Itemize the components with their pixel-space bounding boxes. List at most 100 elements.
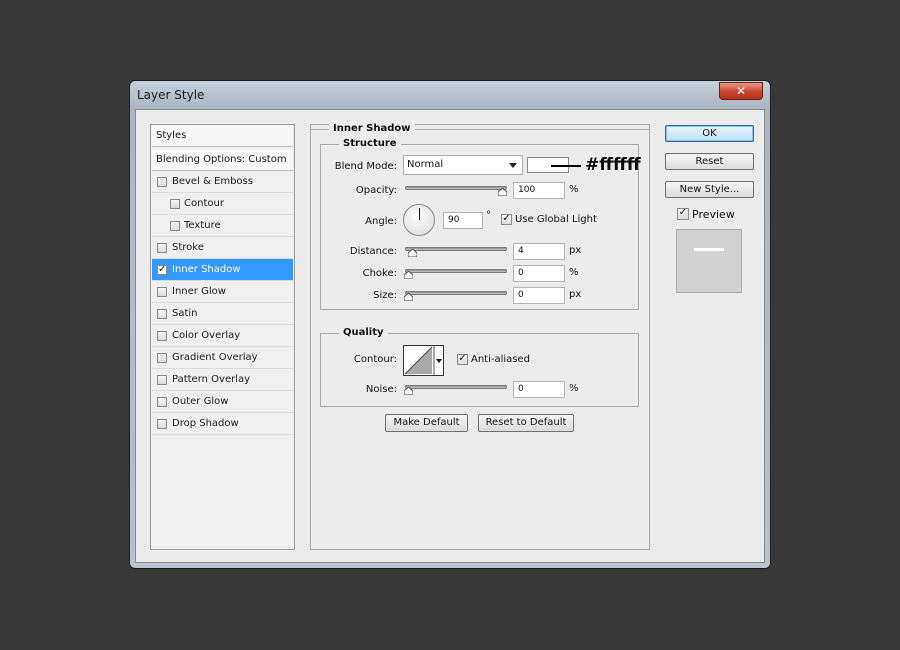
style-item-label: Stroke	[172, 242, 204, 253]
style-item-checkbox[interactable]	[170, 199, 180, 209]
style-item-label: Outer Glow	[172, 396, 229, 407]
style-item-checkbox[interactable]	[157, 353, 167, 363]
dialog-client: Styles Blending Options: Custom Bevel & …	[135, 109, 765, 563]
opacity-slider[interactable]	[405, 186, 507, 190]
chevron-down-icon	[509, 163, 517, 168]
size-unit: px	[569, 289, 582, 300]
style-item-label: Texture	[184, 220, 221, 231]
blend-mode-label: Blend Mode:	[334, 161, 397, 172]
make-default-button[interactable]: Make Default	[385, 414, 468, 432]
quality-group: Quality Contour: ✓ Anti-aliased Noise: 0	[320, 327, 639, 407]
style-item-label: Satin	[172, 308, 198, 319]
style-item-label: Inner Glow	[172, 286, 226, 297]
opacity-slider-handle[interactable]	[498, 188, 507, 196]
styles-header[interactable]: Styles	[152, 125, 293, 147]
choke-slider[interactable]	[405, 269, 507, 273]
choke-label: Choke:	[362, 268, 397, 279]
close-icon: ✕	[735, 84, 747, 98]
ok-button[interactable]: OK	[665, 125, 754, 142]
opacity-input[interactable]: 100	[513, 182, 565, 199]
noise-slider[interactable]	[405, 385, 507, 389]
style-item-satin[interactable]: Satin	[152, 303, 293, 325]
style-item-label: Gradient Overlay	[172, 352, 258, 363]
blending-options-item[interactable]: Blending Options: Custom	[152, 149, 293, 171]
style-item-checkbox[interactable]: ✓	[157, 265, 167, 275]
size-slider[interactable]	[405, 291, 507, 295]
style-item-inner-glow[interactable]: Inner Glow	[152, 281, 293, 303]
style-item-checkbox[interactable]	[157, 309, 167, 319]
blending-options-label: Blending Options: Custom	[156, 154, 287, 165]
preview-checkbox[interactable]: ✓	[677, 208, 689, 220]
angle-needle	[419, 208, 420, 220]
title-bar[interactable]: Layer Style ✕	[130, 81, 770, 109]
style-item-outer-glow[interactable]: Outer Glow	[152, 391, 293, 413]
angle-dial[interactable]	[403, 204, 435, 236]
distance-slider-handle[interactable]	[407, 249, 417, 257]
style-item-checkbox[interactable]	[157, 397, 167, 407]
style-item-checkbox[interactable]	[170, 221, 180, 231]
structure-title: Structure	[339, 138, 401, 149]
size-slider-handle[interactable]	[404, 293, 413, 301]
noise-label: Noise:	[365, 384, 397, 395]
blend-mode-select[interactable]: Normal	[403, 155, 523, 175]
opacity-unit: %	[569, 184, 579, 195]
layer-style-dialog: Layer Style ✕ Styles Blending Options: C…	[129, 80, 771, 569]
anti-aliased-label: Anti-aliased	[471, 354, 531, 365]
reset-to-default-button[interactable]: Reset to Default	[478, 414, 574, 432]
style-item-label: Inner Shadow	[172, 264, 241, 275]
style-item-drop-shadow[interactable]: Drop Shadow	[152, 413, 293, 435]
preview-label: Preview	[692, 208, 735, 221]
styles-header-label: Styles	[156, 130, 187, 141]
distance-unit: px	[569, 245, 582, 256]
style-preview-thumbnail	[676, 229, 742, 293]
style-item-checkbox[interactable]	[157, 331, 167, 341]
style-item-checkbox[interactable]	[157, 287, 167, 297]
choke-unit: %	[569, 267, 579, 278]
annotation-line	[551, 165, 581, 167]
style-item-color-overlay[interactable]: Color Overlay	[152, 325, 293, 347]
style-item-label: Drop Shadow	[172, 418, 239, 429]
noise-slider-handle[interactable]	[404, 387, 413, 395]
distance-input[interactable]: 4	[513, 243, 565, 260]
style-item-contour[interactable]: Contour	[152, 193, 293, 215]
choke-slider-handle[interactable]	[404, 271, 413, 279]
settings-area: Inner Shadow Structure Blend Mode: Norma…	[310, 123, 650, 550]
style-item-label: Bevel & Emboss	[172, 176, 253, 187]
choke-input[interactable]: 0	[513, 265, 565, 282]
style-item-checkbox[interactable]	[157, 177, 167, 187]
style-item-gradient-overlay[interactable]: Gradient Overlay	[152, 347, 293, 369]
opacity-label: Opacity:	[355, 185, 397, 196]
new-style-button[interactable]: New Style...	[665, 181, 754, 198]
window-title: Layer Style	[137, 88, 205, 102]
quality-title: Quality	[339, 327, 388, 338]
structure-group: Structure Blend Mode: Normal #ffffff Opa…	[320, 138, 641, 310]
reset-button[interactable]: Reset	[665, 153, 754, 170]
angle-input[interactable]: 90	[443, 212, 483, 229]
close-button[interactable]: ✕	[719, 82, 763, 100]
blend-mode-value: Normal	[407, 159, 444, 170]
style-item-pattern-overlay[interactable]: Pattern Overlay	[152, 369, 293, 391]
noise-input[interactable]: 0	[513, 381, 565, 398]
style-item-checkbox[interactable]	[157, 375, 167, 385]
style-item-label: Contour	[184, 198, 224, 209]
style-item-checkbox[interactable]	[157, 243, 167, 253]
contour-picker[interactable]	[403, 345, 444, 376]
style-item-stroke[interactable]: Stroke	[152, 237, 293, 259]
style-item-bevel-emboss[interactable]: Bevel & Emboss	[152, 171, 293, 193]
contour-curve-icon	[404, 346, 442, 375]
size-label: Size:	[373, 290, 397, 301]
style-item-label: Pattern Overlay	[172, 374, 251, 385]
style-item-label: Color Overlay	[172, 330, 241, 341]
style-item-texture[interactable]: Texture	[152, 215, 293, 237]
style-item-checkbox[interactable]	[157, 419, 167, 429]
angle-unit: °	[486, 210, 491, 221]
use-global-light-label: Use Global Light	[515, 214, 597, 225]
color-annotation: #ffffff	[585, 155, 641, 175]
inner-shadow-title: Inner Shadow	[329, 123, 415, 134]
use-global-light-checkbox[interactable]: ✓	[501, 214, 512, 225]
anti-aliased-checkbox[interactable]: ✓	[457, 354, 468, 365]
distance-slider[interactable]	[405, 247, 507, 251]
style-item-inner-shadow[interactable]: ✓ Inner Shadow	[152, 259, 293, 281]
size-input[interactable]: 0	[513, 287, 565, 304]
noise-unit: %	[569, 383, 579, 394]
